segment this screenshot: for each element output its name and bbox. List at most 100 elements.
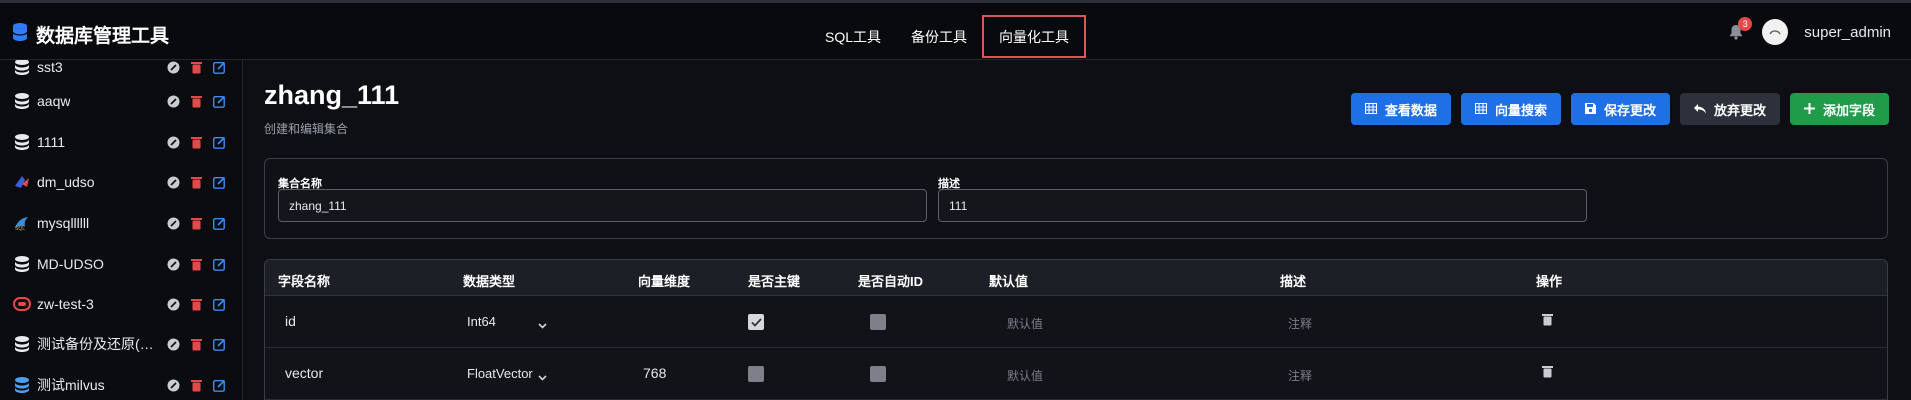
default-value-input[interactable]: 默认值 xyxy=(1007,367,1043,384)
col-field-name: 字段名称 xyxy=(278,274,331,289)
sidebar-item-mysqllllll[interactable]: SQL mysqllllll xyxy=(0,203,242,243)
col-default: 默认值 xyxy=(989,274,1029,289)
vector-search-button[interactable]: 向量搜索 xyxy=(1460,93,1561,125)
user-name[interactable]: super_admin xyxy=(1804,24,1891,41)
delete-icon[interactable] xyxy=(189,94,204,109)
notification-badge: 3 xyxy=(1738,17,1753,31)
primary-key-checkbox[interactable] xyxy=(748,314,764,330)
settings-icon[interactable] xyxy=(166,175,181,190)
sidebar-item-backup-restore[interactable]: 测试备份及还原(… xyxy=(0,324,242,364)
sidebar-item-md-udso[interactable]: MD-UDSO xyxy=(0,244,242,284)
field-name[interactable]: vector xyxy=(285,365,323,381)
table-icon xyxy=(1364,102,1377,117)
col-actions: 操作 xyxy=(1536,274,1563,289)
sidebar-item-dm-udso[interactable]: dm_udso xyxy=(0,162,242,202)
view-data-button[interactable]: 查看数据 xyxy=(1350,93,1451,125)
vector-search-label: 向量搜索 xyxy=(1494,102,1547,118)
trash-icon[interactable] xyxy=(1542,313,1553,331)
sidebar-item-label: 1111 xyxy=(37,134,66,150)
settings-icon[interactable] xyxy=(166,257,181,272)
nav-sql-tool[interactable]: SQL工具 xyxy=(810,15,896,58)
table-row: id Int64 默认值 注释 xyxy=(265,296,1887,348)
delete-icon[interactable] xyxy=(189,337,204,352)
settings-icon[interactable] xyxy=(166,135,181,150)
discard-button[interactable]: 放弃更改 xyxy=(1679,93,1780,125)
sidebar-item-label: 测试milvus xyxy=(37,377,105,393)
sidebar-item-label: dm_udso xyxy=(37,174,95,190)
settings-icon[interactable] xyxy=(166,60,181,75)
user-area: 3 super_admin xyxy=(1726,17,1891,45)
collection-form: 集合名称 描述 xyxy=(264,158,1888,239)
notification-bell-icon[interactable]: 3 xyxy=(1726,17,1753,43)
top-bar: 数据库管理工具 SQL工具 备份工具 向量化工具 3 super_admin xyxy=(0,0,1911,60)
delete-icon[interactable] xyxy=(189,216,204,231)
main-nav: SQL工具 备份工具 向量化工具 xyxy=(810,15,1087,58)
edit-icon[interactable] xyxy=(212,378,227,393)
mysql-icon: SQL xyxy=(12,213,32,233)
description-input[interactable]: 注释 xyxy=(1288,315,1312,332)
undo-icon xyxy=(1693,102,1706,117)
nav-backup-tool[interactable]: 备份工具 xyxy=(896,15,982,58)
add-field-button[interactable]: 添加字段 xyxy=(1789,93,1889,125)
edit-icon[interactable] xyxy=(212,257,227,272)
sidebar-item-milvus[interactable]: 测试milvus xyxy=(0,365,242,400)
edit-icon[interactable] xyxy=(212,135,227,150)
sidebar-item-label: 测试备份及还原(… xyxy=(37,336,154,352)
database-icon xyxy=(12,91,32,111)
save-icon xyxy=(1584,102,1596,117)
sidebar-item-label: aaqw xyxy=(37,93,71,109)
edit-icon[interactable] xyxy=(212,94,227,109)
nav-vector-tool[interactable]: 向量化工具 xyxy=(982,15,1087,58)
delete-icon[interactable] xyxy=(189,257,204,272)
auto-id-checkbox[interactable] xyxy=(870,314,886,330)
brand-title: 数据库管理工具 xyxy=(36,26,170,47)
delete-icon[interactable] xyxy=(189,60,204,75)
delete-icon[interactable] xyxy=(189,297,204,312)
edit-icon[interactable] xyxy=(212,337,227,352)
field-name[interactable]: id xyxy=(285,313,296,329)
delete-icon[interactable] xyxy=(189,135,204,150)
description-input[interactable] xyxy=(938,189,1587,222)
sidebar-item-zw-test-3[interactable]: zw-test-3 xyxy=(0,284,242,324)
brand[interactable]: 数据库管理工具 xyxy=(12,21,169,48)
milvus-icon xyxy=(12,375,32,395)
database-icon xyxy=(12,60,32,77)
vector-dim[interactable]: 768 xyxy=(643,365,666,381)
main-content: zhang_111 创建和编辑集合 查看数据 向量搜索 保存更改 放弃更改 添加… xyxy=(244,60,1911,400)
database-icon xyxy=(12,334,32,354)
sidebar-item-aaqw[interactable]: aaqw xyxy=(0,81,242,121)
chevron-down-icon[interactable] xyxy=(538,316,547,334)
auto-id-checkbox[interactable] xyxy=(870,366,886,382)
trash-icon[interactable] xyxy=(1542,365,1553,383)
delete-icon[interactable] xyxy=(189,378,204,393)
edit-icon[interactable] xyxy=(212,216,227,231)
save-button[interactable]: 保存更改 xyxy=(1570,93,1670,125)
sidebar-item-1111[interactable]: 1111 xyxy=(0,122,242,162)
settings-icon[interactable] xyxy=(166,216,181,231)
settings-icon[interactable] xyxy=(166,378,181,393)
edit-icon[interactable] xyxy=(212,175,227,190)
avatar[interactable] xyxy=(1762,19,1789,45)
data-type-select[interactable]: FloatVector xyxy=(467,366,533,381)
edit-icon[interactable] xyxy=(212,60,227,75)
settings-icon[interactable] xyxy=(166,94,181,109)
col-data-type: 数据类型 xyxy=(463,274,516,289)
sidebar: sst3 aaqw 1111 dm_udso SQL mysqllllll MD… xyxy=(0,60,243,400)
data-type-select[interactable]: Int64 xyxy=(467,314,496,329)
sidebar-item-label: sst3 xyxy=(37,60,63,75)
settings-icon[interactable] xyxy=(166,297,181,312)
page-subtitle: 创建和编辑集合 xyxy=(264,122,349,136)
fields-table: 字段名称 数据类型 向量维度 是否主键 是否自动ID 默认值 描述 操作 id … xyxy=(264,259,1888,400)
sidebar-item-label: MD-UDSO xyxy=(37,256,104,272)
edit-icon[interactable] xyxy=(212,297,227,312)
collection-name-input[interactable] xyxy=(278,189,927,222)
default-value-input[interactable]: 默认值 xyxy=(1007,315,1043,332)
oracle-icon xyxy=(12,294,32,314)
description-input[interactable]: 注释 xyxy=(1288,367,1312,384)
plus-icon xyxy=(1803,102,1815,117)
settings-icon[interactable] xyxy=(166,337,181,352)
delete-icon[interactable] xyxy=(189,175,204,190)
chevron-down-icon[interactable] xyxy=(538,368,547,386)
primary-key-checkbox[interactable] xyxy=(748,366,764,382)
col-description: 描述 xyxy=(1280,274,1307,289)
